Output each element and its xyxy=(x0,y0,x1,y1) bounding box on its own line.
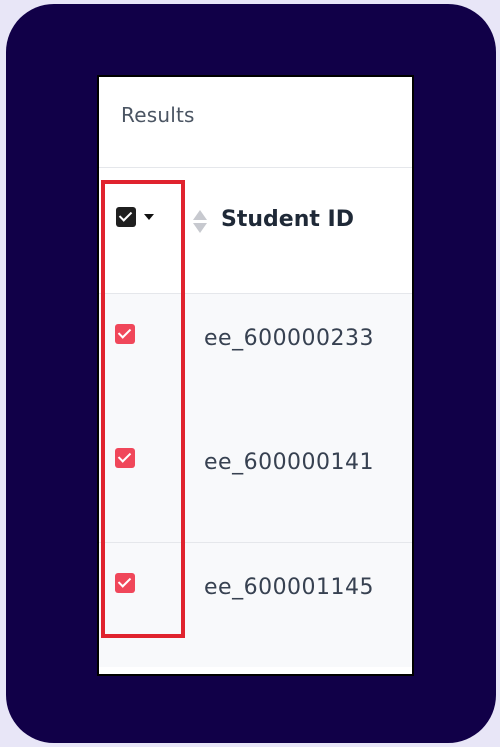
column-header-student-id[interactable]: Student ID xyxy=(221,207,354,232)
student-id-cell: ee_600000141 xyxy=(204,450,375,475)
results-title: Results xyxy=(121,103,195,127)
table-row[interactable]: ee_600000141 xyxy=(99,418,412,543)
row-checkbox[interactable] xyxy=(115,324,135,344)
sort-icon[interactable] xyxy=(193,210,207,234)
sort-down-icon xyxy=(193,223,207,233)
sort-up-icon xyxy=(193,210,207,220)
table-header: Student ID xyxy=(99,168,412,292)
table-row[interactable]: ee_600001145 xyxy=(99,543,412,667)
row-checkbox[interactable] xyxy=(115,573,135,593)
student-id-cell: ee_600001145 xyxy=(204,575,375,600)
table-row[interactable]: ee_600000233 xyxy=(99,293,412,419)
select-all-checkbox[interactable] xyxy=(116,207,136,227)
caret-down-icon[interactable] xyxy=(144,214,154,220)
results-panel: Results Student ID ee_600000233 ee_60000… xyxy=(97,75,414,676)
student-id-cell: ee_600000233 xyxy=(204,326,375,351)
row-checkbox[interactable] xyxy=(115,448,135,468)
